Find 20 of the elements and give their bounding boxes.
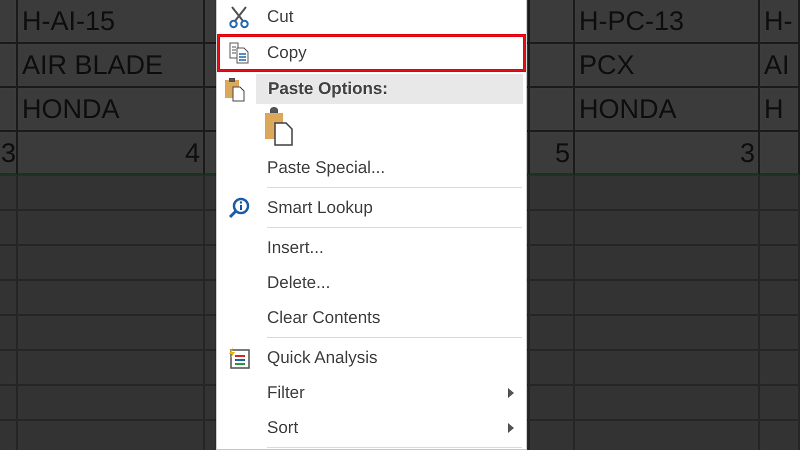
magnifier-info-icon	[227, 196, 251, 220]
menu-item[interactable]: Filter	[217, 375, 526, 410]
menu-item[interactable]: Quick Analysis	[217, 340, 526, 375]
menu-item[interactable]: Delete...	[217, 265, 526, 300]
quick-analysis-icon	[227, 346, 251, 370]
paste-button[interactable]	[263, 107, 295, 147]
menu-item[interactable]: Insert...	[217, 230, 526, 265]
empty-cell	[760, 176, 800, 211]
menu-item[interactable]: Smart Lookup	[217, 190, 526, 225]
menu-item[interactable]: Paste Special...	[217, 150, 526, 185]
menu-item[interactable]: Copy	[217, 34, 526, 72]
clipboard-icon	[223, 76, 247, 102]
menu-item[interactable]: Cut	[217, 0, 526, 34]
copy-icon	[227, 41, 251, 65]
menu-item[interactable]: Sort	[217, 410, 526, 445]
scissors-icon	[227, 4, 251, 28]
section-header: Paste Options:	[256, 74, 523, 104]
menu-item[interactable]: Clear Contents	[217, 300, 526, 335]
submenu-arrow-icon	[508, 422, 514, 432]
submenu-arrow-icon	[508, 388, 514, 398]
